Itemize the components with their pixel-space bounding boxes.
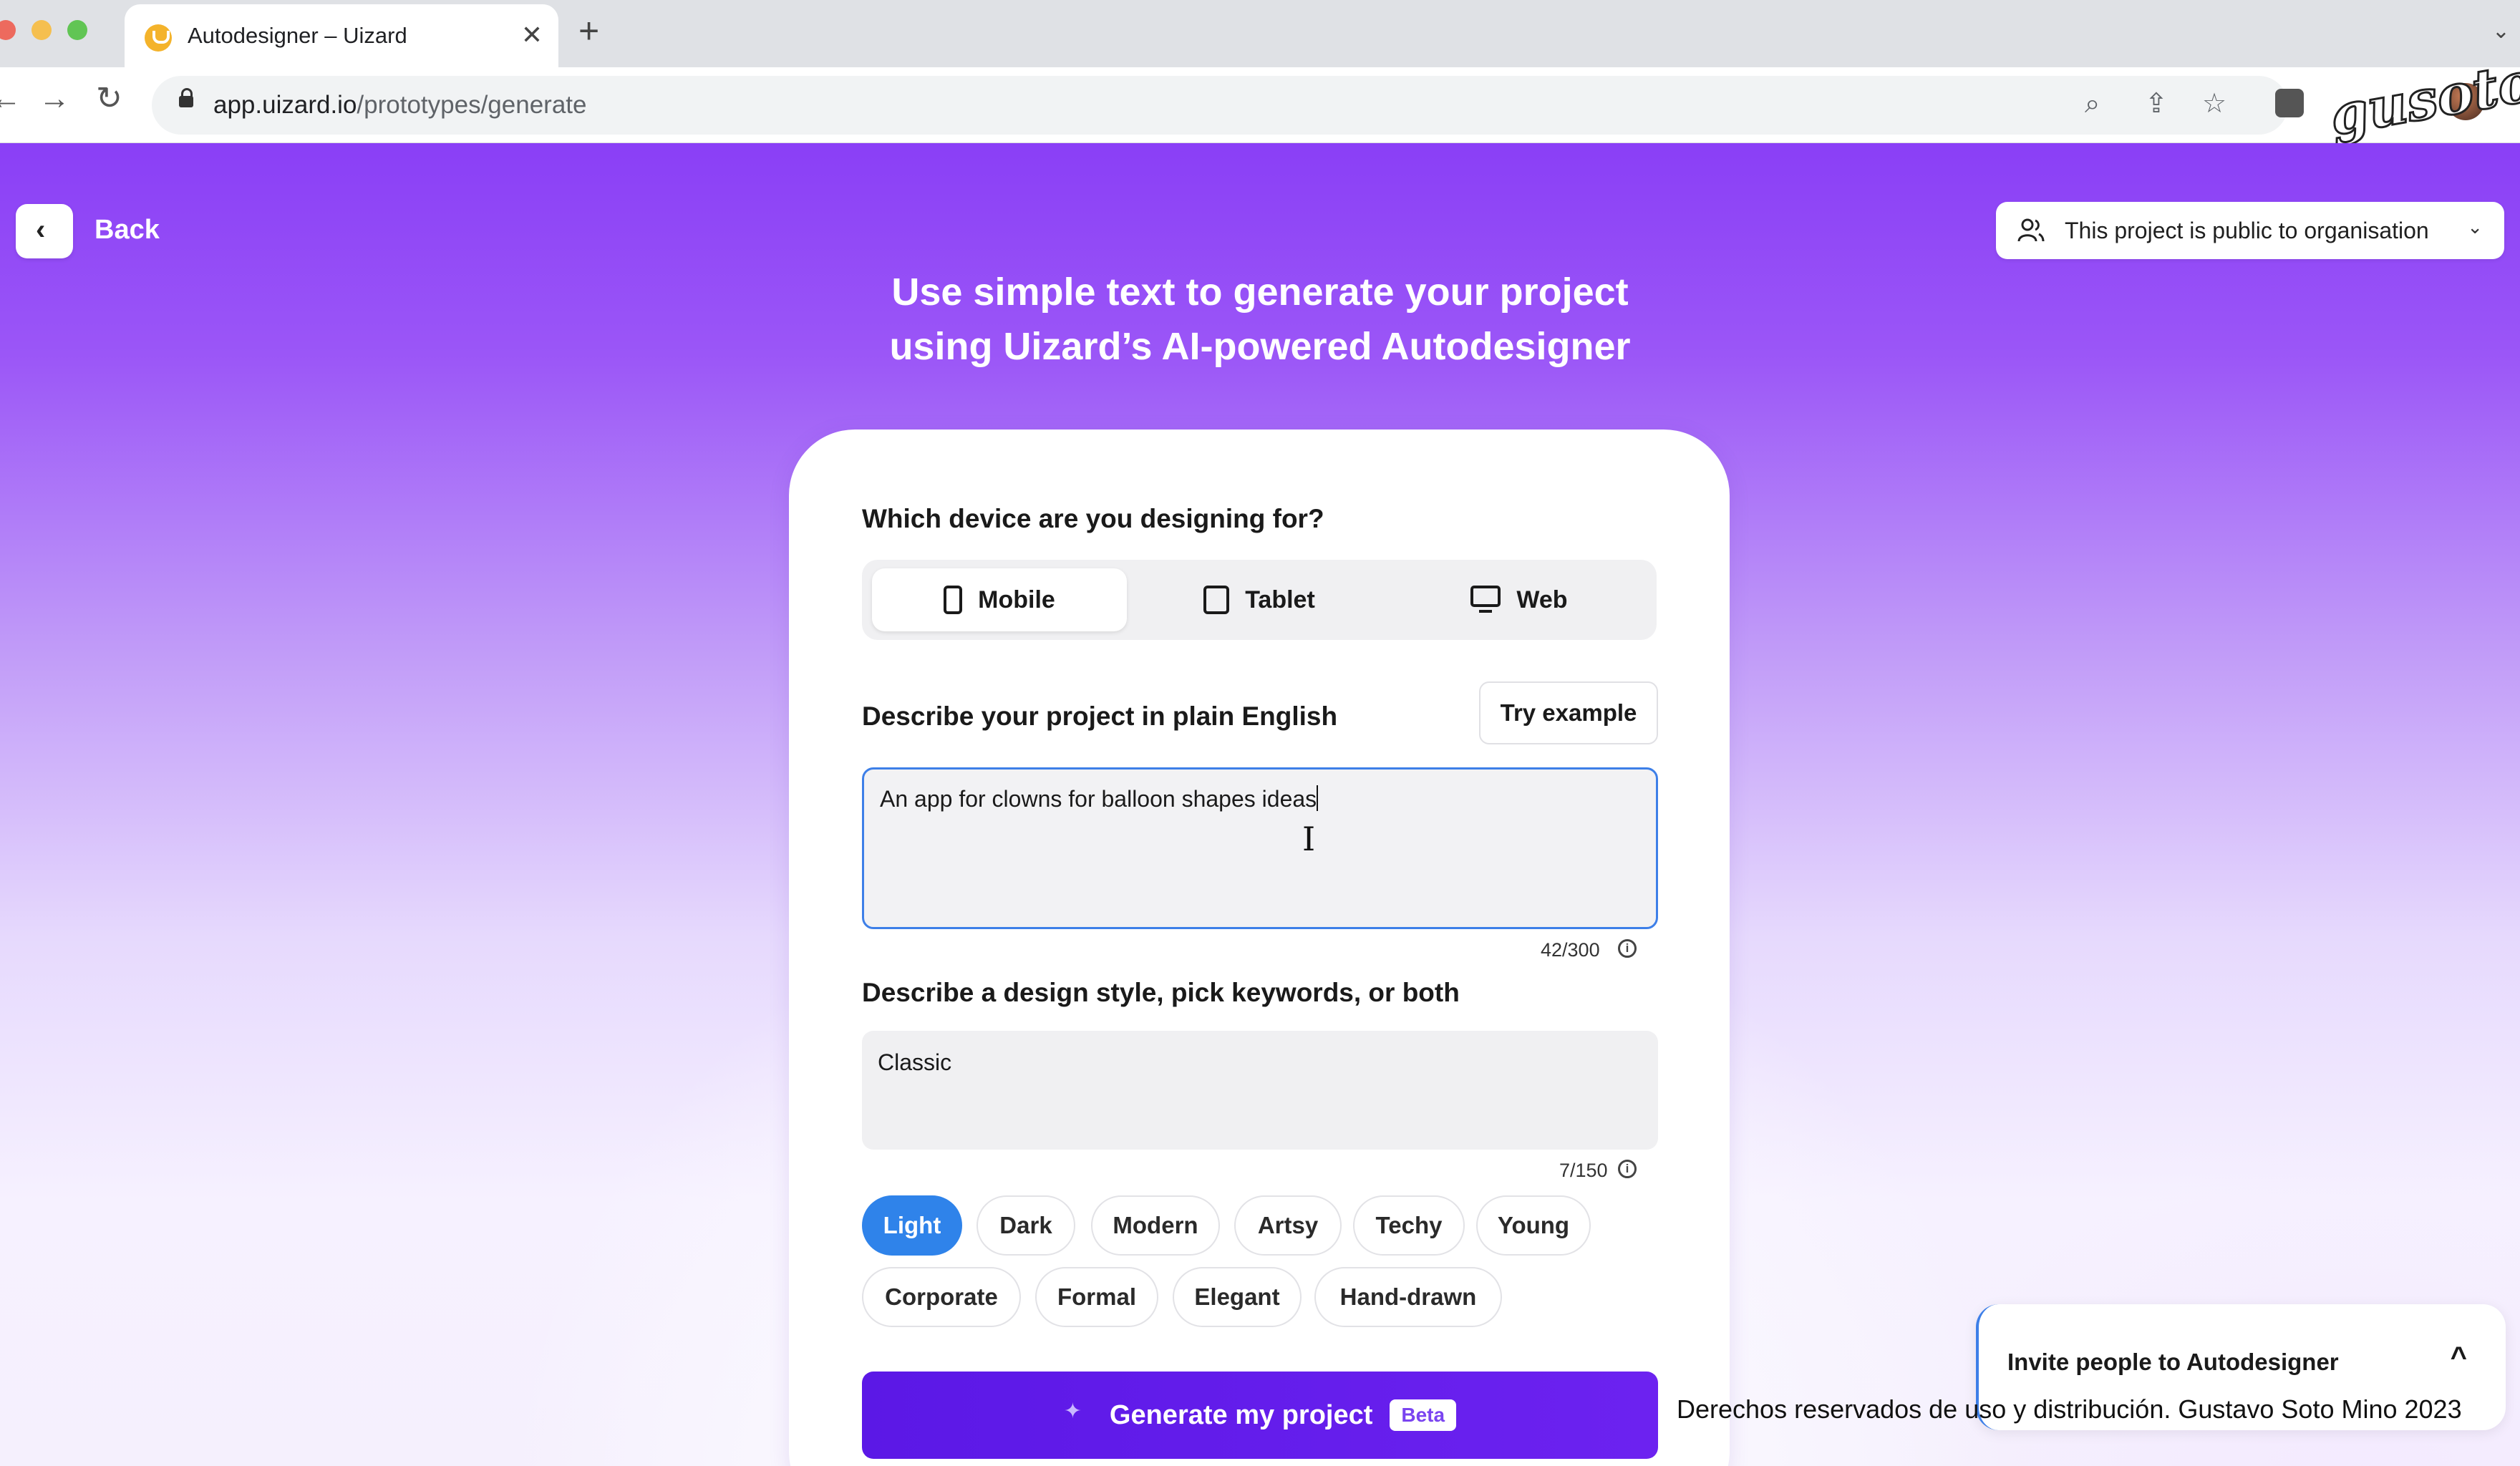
close-window-icon[interactable]	[0, 20, 16, 40]
text-caret	[1317, 785, 1319, 811]
close-icon[interactable]: ✕	[521, 20, 543, 50]
uizard-favicon-icon	[145, 24, 172, 52]
extension-icon[interactable]	[2275, 89, 2304, 117]
page-title: Use simple text to generate your project…	[0, 265, 2520, 374]
describe-project-label: Describe your project in plain English	[862, 702, 1338, 731]
try-example-button[interactable]: Try example	[1479, 681, 1658, 744]
copyright-overlay: Derechos reservados de uso y distribució…	[1677, 1394, 2462, 1424]
keyword-chip-hand-drawn[interactable]: Hand-drawn	[1314, 1267, 1502, 1327]
beta-badge: Beta	[1390, 1399, 1457, 1431]
keyword-chip-elegant[interactable]: Elegant	[1173, 1267, 1302, 1327]
sparkle-icon: ✦	[1063, 1399, 1082, 1423]
device-option-web[interactable]: Web	[1392, 568, 1647, 631]
minimize-window-icon[interactable]	[32, 20, 52, 40]
device-option-tablet[interactable]: Tablet	[1132, 568, 1387, 631]
keyword-chip-formal[interactable]: Formal	[1035, 1267, 1158, 1327]
address-bar[interactable]: app.uizard.io/prototypes/generate ⌕ ⇪ ☆	[152, 76, 2288, 135]
generate-project-button[interactable]: ✦ Generate my project Beta	[862, 1372, 1658, 1459]
visibility-label: This project is public to organisation	[2065, 218, 2429, 243]
project-description-text: An app for clowns for balloon shapes ide…	[880, 785, 1319, 812]
keyword-chip-techy[interactable]: Techy	[1353, 1195, 1465, 1256]
keyword-chip-modern[interactable]: Modern	[1091, 1195, 1220, 1256]
back-arrow-icon[interactable]: ←	[0, 83, 21, 115]
device-question-label: Which device are you designing for?	[862, 504, 1324, 533]
design-style-text: Classic	[878, 1049, 952, 1075]
headline-line-1: Use simple text to generate your project	[891, 271, 1629, 314]
maximize-window-icon[interactable]	[67, 20, 87, 40]
text-cursor-icon: I	[1302, 820, 1316, 858]
chevron-left-icon: ‹	[36, 214, 46, 246]
new-tab-button[interactable]: +	[578, 13, 599, 49]
visibility-dropdown[interactable]: This project is public to organisation ⌄	[1996, 202, 2504, 259]
lock-icon[interactable]	[179, 88, 193, 107]
forward-arrow-icon[interactable]: →	[39, 83, 70, 115]
reload-icon[interactable]: ↻	[96, 83, 122, 115]
device-option-label: Mobile	[978, 586, 1055, 613]
chevron-down-icon: ⌄	[2467, 216, 2483, 238]
keyword-chip-light[interactable]: Light	[862, 1195, 962, 1256]
monitor-icon	[1470, 586, 1501, 614]
keyword-chip-corporate[interactable]: Corporate	[862, 1267, 1021, 1327]
share-icon[interactable]: ⇪	[2145, 90, 2168, 117]
generator-form-card: Which device are you designing for? Mobi…	[789, 429, 1730, 1466]
tablet-icon	[1203, 586, 1230, 614]
project-char-counter: 42/300	[1541, 939, 1600, 961]
device-option-mobile[interactable]: Mobile	[872, 568, 1127, 631]
project-description-input[interactable]: An app for clowns for balloon shapes ide…	[862, 767, 1658, 929]
users-icon	[2017, 218, 2045, 242]
chevron-up-icon[interactable]: ^	[2451, 1341, 2467, 1374]
device-option-label: Web	[1516, 586, 1568, 613]
back-button[interactable]: ‹	[16, 204, 73, 258]
watermark-logo: gusoto	[2324, 48, 2520, 149]
style-char-counter: 7/150	[1559, 1160, 1608, 1181]
bookmark-star-icon[interactable]: ☆	[2202, 90, 2226, 117]
generate-label: Generate my project	[1109, 1399, 1373, 1430]
autodesigner-page: ‹ Back This project is public to organis…	[0, 143, 2520, 1466]
browser-tab[interactable]: Autodesigner – Uizard ✕	[125, 4, 558, 69]
headline-line-2: using Uizard’s AI-powered Autodesigner	[889, 325, 1631, 368]
tab-search-chevron-icon[interactable]: ⌄	[2492, 19, 2510, 44]
device-selector: Mobile Tablet Web	[862, 560, 1657, 640]
search-icon[interactable]: ⌕	[2085, 90, 2100, 117]
keyword-chip-young[interactable]: Young	[1476, 1195, 1591, 1256]
keyword-chip-dark[interactable]: Dark	[976, 1195, 1075, 1256]
info-icon[interactable]: i	[1618, 1160, 1637, 1178]
back-label[interactable]: Back	[94, 215, 160, 246]
invite-label: Invite people to Autodesigner	[2007, 1349, 2339, 1375]
design-style-label: Describe a design style, pick keywords, …	[862, 978, 1460, 1007]
keyword-chip-artsy[interactable]: Artsy	[1234, 1195, 1342, 1256]
browser-tab-bar: Autodesigner – Uizard ✕ + ⌄	[0, 0, 2520, 69]
tab-title: Autodesigner – Uizard	[188, 23, 407, 48]
design-style-input[interactable]: Classic	[862, 1031, 1658, 1150]
mobile-phone-icon	[944, 586, 963, 614]
info-icon[interactable]: i	[1618, 939, 1637, 958]
browser-toolbar: ← → ↻ app.uizard.io/prototypes/generate …	[0, 48, 2520, 149]
device-option-label: Tablet	[1245, 586, 1315, 613]
url-text[interactable]: app.uizard.io/prototypes/generate	[213, 91, 586, 120]
